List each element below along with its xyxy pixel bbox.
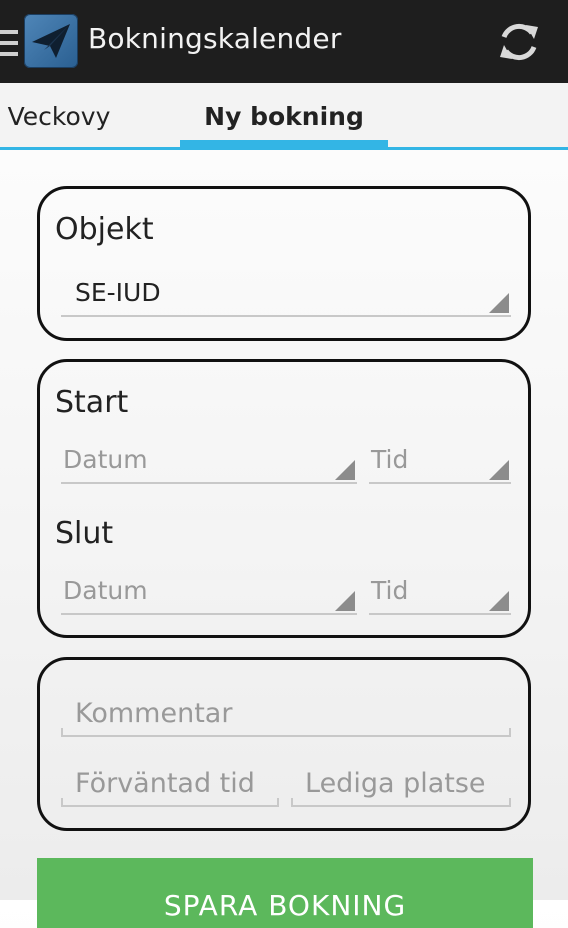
start-date-spinner[interactable]: Datum: [61, 444, 357, 484]
free-seats-input[interactable]: [305, 768, 505, 799]
comment-field: [61, 693, 511, 737]
start-date-placeholder: Datum: [63, 445, 148, 474]
dropdown-triangle-icon: [489, 293, 509, 313]
start-time-spinner[interactable]: Tid: [369, 444, 511, 484]
tab-selected-indicator: [180, 140, 388, 147]
tab-bar: Veckovy Ny bokning: [0, 83, 568, 150]
start-time-placeholder: Tid: [371, 445, 409, 474]
comment-input[interactable]: [75, 698, 505, 729]
slut-label: Slut: [55, 516, 114, 551]
objekt-label: Objekt: [55, 212, 154, 247]
action-bar: Bokningskalender: [0, 0, 568, 83]
free-seats-field: [291, 763, 511, 807]
objekt-spinner[interactable]: SE-IUD: [61, 277, 511, 317]
start-label: Start: [55, 385, 129, 420]
paper-plane-icon[interactable]: [24, 14, 78, 68]
drawer-icon[interactable]: [0, 30, 18, 56]
app-title: Bokningskalender: [88, 22, 342, 55]
dropdown-triangle-icon: [335, 460, 355, 480]
dropdown-triangle-icon: [335, 591, 355, 611]
tab-veckovy[interactable]: Veckovy: [0, 83, 118, 150]
tab-divider: [0, 147, 568, 150]
save-booking-button[interactable]: SPARA BOKNING: [37, 858, 533, 928]
slut-date-spinner[interactable]: Datum: [61, 575, 357, 615]
dropdown-triangle-icon: [489, 460, 509, 480]
slut-date-placeholder: Datum: [63, 576, 148, 605]
objekt-card: Objekt SE-IUD: [37, 186, 531, 341]
objekt-selected-value: SE-IUD: [75, 278, 161, 307]
slut-time-placeholder: Tid: [371, 576, 409, 605]
comment-card: [37, 657, 531, 831]
slut-time-spinner[interactable]: Tid: [369, 575, 511, 615]
start-slut-card: Start Datum Tid Slut Datum Tid: [37, 359, 531, 638]
expected-time-input[interactable]: [75, 768, 273, 799]
refresh-icon[interactable]: [496, 19, 542, 65]
expected-time-field: [61, 763, 279, 807]
dropdown-triangle-icon: [489, 591, 509, 611]
